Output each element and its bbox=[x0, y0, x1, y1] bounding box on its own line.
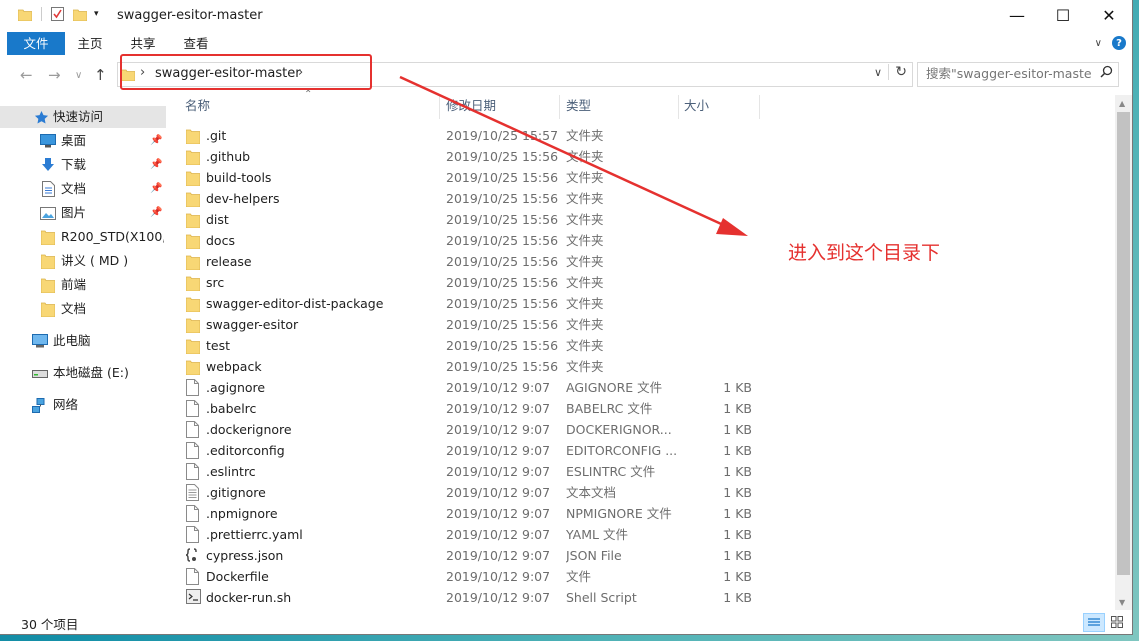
annotation-text: 进入到这个目录下 bbox=[788, 242, 941, 264]
annotation-overlay bbox=[399, 75, 748, 236]
annotation-arrow bbox=[399, 75, 748, 236]
